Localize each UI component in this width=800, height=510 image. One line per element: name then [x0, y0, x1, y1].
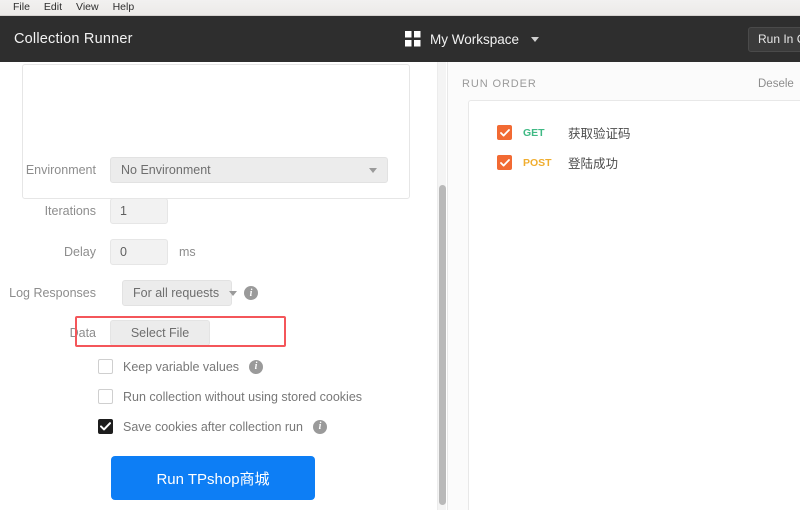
- iterations-input[interactable]: 1: [110, 198, 168, 224]
- app-header: Collection Runner: [0, 16, 800, 62]
- log-responses-row: Log Responses For all requests i: [0, 280, 258, 306]
- data-row: Data Select File: [0, 320, 210, 346]
- run-order-list: GET 获取验证码 POST 登陆成功: [468, 100, 800, 510]
- vertical-scrollbar-track[interactable]: [437, 62, 446, 510]
- request-name: 登陆成功: [568, 157, 619, 171]
- run-order-pane: RUN ORDER Desele GET 获取验证码 POST 登陆成功: [447, 62, 800, 510]
- delay-unit-label: ms: [179, 245, 196, 259]
- grid-icon: [405, 31, 421, 47]
- check-icon: [100, 422, 111, 431]
- delay-row: Delay 0 ms: [0, 239, 196, 265]
- run-in-collection-runner-button[interactable]: Run In C: [748, 27, 800, 52]
- menu-item-view[interactable]: View: [69, 0, 106, 15]
- run-without-cookies-label: Run collection without using stored cook…: [123, 389, 363, 404]
- menu-item-help[interactable]: Help: [106, 0, 142, 15]
- keep-variable-values-checkbox[interactable]: [98, 359, 113, 374]
- page-title: Collection Runner: [14, 31, 133, 47]
- save-cookies-checkbox[interactable]: [98, 419, 113, 434]
- menu-item-file[interactable]: File: [6, 0, 37, 15]
- iterations-label: Iterations: [44, 204, 96, 218]
- runner-config-pane: Environment No Environment Iterations 1 …: [0, 62, 436, 510]
- run-without-cookies-row[interactable]: Run collection without using stored cook…: [98, 389, 362, 404]
- environment-label: Environment: [25, 163, 96, 177]
- chevron-down-icon: [369, 167, 377, 173]
- log-responses-select[interactable]: For all requests: [122, 280, 238, 306]
- info-icon[interactable]: i: [244, 286, 258, 300]
- request-checkbox[interactable]: [497, 155, 512, 170]
- list-item[interactable]: GET 获取验证码: [497, 123, 631, 142]
- delay-input[interactable]: 0: [110, 239, 168, 265]
- collection-runner-window: File Edit View Help Collection Runner My…: [0, 0, 800, 510]
- run-order-title: RUN ORDER: [462, 78, 537, 90]
- chevron-down-icon: [531, 36, 540, 42]
- request-name: 获取验证码: [568, 127, 631, 141]
- environment-select[interactable]: No Environment: [110, 157, 388, 183]
- keep-variable-values-row[interactable]: Keep variable values i: [98, 359, 264, 374]
- workspace-selector[interactable]: My Workspace: [405, 16, 540, 62]
- run-order-header: RUN ORDER: [462, 78, 800, 90]
- deselect-all-button[interactable]: Desele: [758, 78, 794, 90]
- save-cookies-label: Save cookies after collection run: [123, 419, 303, 434]
- check-icon: [499, 128, 510, 136]
- workspace-label: My Workspace: [430, 31, 520, 47]
- request-checkbox[interactable]: [497, 125, 512, 140]
- vertical-scrollbar-thumb[interactable]: [439, 185, 446, 505]
- list-item[interactable]: POST 登陆成功: [497, 153, 618, 172]
- save-cookies-row[interactable]: Save cookies after collection run i: [98, 419, 327, 434]
- check-icon: [499, 158, 510, 166]
- info-icon[interactable]: i: [312, 419, 327, 434]
- request-method: POST: [523, 156, 552, 169]
- data-label: Data: [69, 326, 96, 340]
- select-file-button[interactable]: Select File: [110, 320, 210, 346]
- keep-variable-values-label: Keep variable values: [123, 359, 240, 374]
- info-icon[interactable]: i: [249, 359, 264, 374]
- run-without-cookies-checkbox[interactable]: [98, 389, 113, 404]
- environment-row: Environment No Environment: [0, 157, 420, 183]
- run-collection-button[interactable]: Run TPshop商城: [111, 456, 315, 500]
- log-responses-label: Log Responses: [9, 286, 96, 300]
- iterations-row: Iterations 1: [0, 198, 168, 224]
- log-responses-value: For all requests: [133, 286, 220, 300]
- delay-label: Delay: [64, 245, 96, 259]
- chevron-down-icon: [229, 290, 238, 296]
- menu-item-edit[interactable]: Edit: [37, 0, 69, 15]
- environment-value: No Environment: [121, 163, 211, 177]
- request-method: GET: [523, 126, 545, 139]
- menubar: File Edit View Help: [0, 0, 800, 16]
